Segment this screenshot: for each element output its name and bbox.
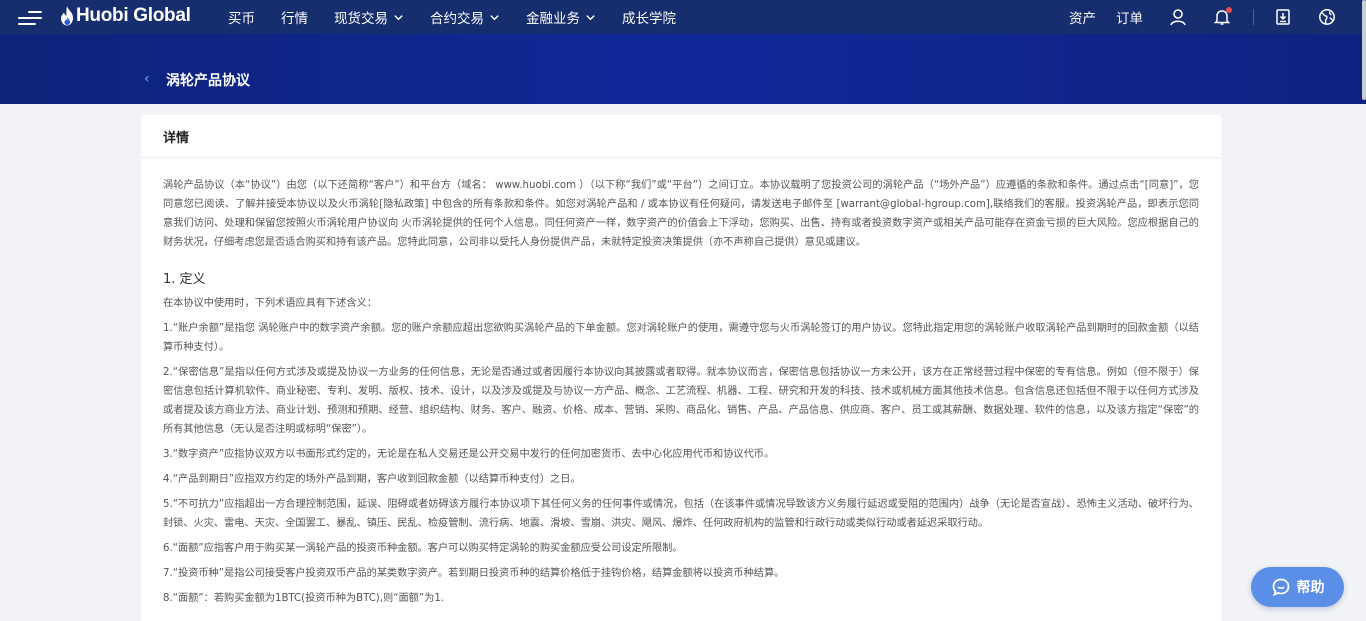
page-banner: ‹ 涡轮产品协议 [0,34,1366,104]
nav-assets[interactable]: 资产 [1069,7,1096,27]
nav-orders[interactable]: 订单 [1116,7,1143,27]
top-navbar: Huobi Global 买币 行情 现货交易 合约交易 金融业务 成长学院 资… [0,0,1366,34]
nav-label: 现货交易 [334,11,388,27]
chevron-down-icon [586,14,595,20]
definition-item: 2.“保密信息”是指以任何方式涉及或提及协议一方业务的任何信息，无论是否通过或者… [163,367,1199,435]
definition-item: 3.“数字资产”应指协议双方以书面形式约定的，无论是在私人交易还是公开交易中发行… [163,449,775,460]
nav-label: 买币 [228,11,255,27]
help-label: 帮助 [1296,580,1325,596]
help-button[interactable]: 帮助 [1251,567,1344,607]
nav-academy[interactable]: 成长学院 [622,7,676,27]
definition-item: 6.“面额”应指客户用于购买某一涡轮产品的投资币种金额。客户可以购买特定涡轮的购… [163,543,683,554]
nav-markets[interactable]: 行情 [281,7,308,27]
divider [1253,9,1254,25]
agreement-card: 详情 涡轮产品协议（本“协议”）由您（以下还简称“客户”）和平台方（域名： ww… [141,115,1221,621]
nav-label: 合约交易 [430,11,484,27]
chat-bubble-icon [1272,578,1289,597]
user-icon[interactable] [1169,8,1187,26]
section-lead: 在本协议中使用时，下列术语应具有下述含义： [163,298,377,309]
page-scrollbar[interactable] [1362,0,1366,100]
menu-icon[interactable] [18,9,44,25]
nav-spot-trading[interactable]: 现货交易 [334,7,404,27]
huobi-logo[interactable]: Huobi Global [60,5,191,27]
section-title: 1. 定义 [163,272,206,287]
definition-item: 8.“面额”：若购买金额为1BTC(投资币种为BTC),则“面额”为1. [163,593,445,604]
agreement-content: 涡轮产品协议（本“协议”）由您（以下还简称“客户”）和平台方（域名： www.h… [141,158,1221,608]
notification-dot [1226,7,1232,13]
nav-finance[interactable]: 金融业务 [526,7,596,27]
logo-text: Huobi Global [76,5,191,26]
chevron-down-icon [490,14,499,20]
nav-label: 成长学院 [622,11,676,27]
definition-item: 7.“投资币种”是指公司接受客户投资双币产品的某类数字资产。若到期日投资币种的结… [163,568,785,579]
chevron-down-icon [394,14,403,20]
nav-contract-trading[interactable]: 合约交易 [430,7,500,27]
definition-item: 4.“产品到期日”应指双方约定的场外产品到期，客户收到回款金额（以结算币种支付）… [163,474,581,485]
page-title: 涡轮产品协议 [166,73,250,89]
back-arrow-icon[interactable]: ‹ [144,71,150,87]
nav-right: 资产 订单 [1049,0,1336,34]
flame-icon [61,6,73,26]
bell-icon[interactable] [1213,7,1232,26]
main-nav: 买币 行情 现货交易 合约交易 金融业务 成长学院 [228,0,702,34]
nav-buy-crypto[interactable]: 买币 [228,7,255,27]
definition-item: 5.“不可抗力”应指超出一方合理控制范围，延误、阻碍或者妨碍该方履行本协议项下其… [163,499,1199,529]
globe-icon[interactable] [1318,8,1336,26]
definition-item: 1.“账户余额”是指您 涡轮账户中的数字资产余额。您的账户余额应超出您欲购买涡轮… [163,323,1199,353]
nav-label: 行情 [281,11,308,27]
intro-paragraph: 涡轮产品协议（本“协议”）由您（以下还简称“客户”）和平台方（域名： www.h… [163,180,1199,248]
download-icon[interactable] [1274,8,1292,26]
card-heading: 详情 [141,115,1221,158]
nav-label: 金融业务 [526,11,580,27]
